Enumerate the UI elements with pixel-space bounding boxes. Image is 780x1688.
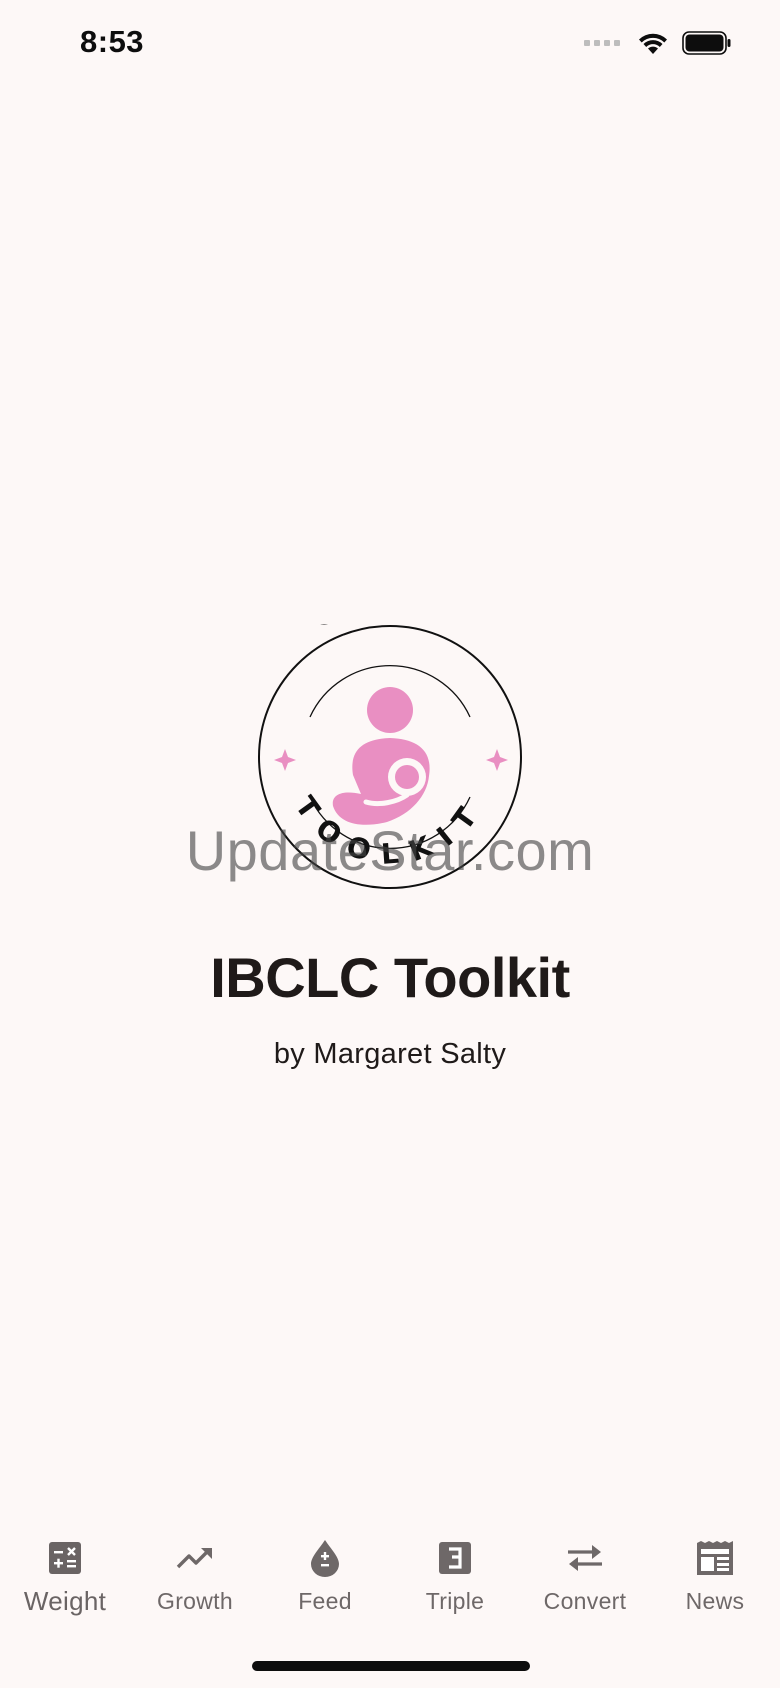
status-bar: 8:53	[0, 0, 780, 92]
tab-growth[interactable]: Growth	[130, 1520, 260, 1640]
app-logo: IBCLC TOOLKIT	[257, 624, 522, 889]
cellular-signal-icon	[584, 40, 620, 46]
tab-label: Growth	[157, 1588, 233, 1614]
logo-top-text: IBCLC	[257, 624, 351, 632]
battery-icon	[682, 31, 731, 55]
sparkle-left-icon	[274, 749, 296, 771]
sparkle-right-icon	[486, 749, 508, 771]
tab-label: News	[685, 1588, 745, 1614]
tab-convert[interactable]: Convert	[520, 1520, 650, 1640]
tab-triple[interactable]: Triple	[390, 1520, 520, 1640]
home-indicator[interactable]	[252, 1661, 530, 1671]
trending-up-icon	[175, 1538, 215, 1578]
wifi-icon	[639, 33, 667, 54]
tab-label: Triple	[425, 1588, 485, 1614]
drop-plus-minus-icon	[305, 1538, 345, 1578]
tab-label: Convert	[543, 1588, 627, 1614]
tab-label: Weight	[23, 1586, 107, 1616]
status-time: 8:53	[80, 24, 145, 59]
newspaper-icon	[695, 1538, 735, 1578]
tab-label: Feed	[298, 1588, 352, 1614]
calculator-icon	[45, 1538, 85, 1578]
tab-news[interactable]: News	[650, 1520, 780, 1640]
swap-arrows-icon	[565, 1538, 605, 1578]
bottom-tab-bar: Weight Growth Feed Triple Convert News	[0, 1520, 780, 1640]
app-subtitle: by Margaret Salty	[273, 1038, 507, 1070]
tab-feed[interactable]: Feed	[260, 1520, 390, 1640]
tab-weight[interactable]: Weight	[0, 1520, 130, 1640]
number-3-box-icon	[435, 1538, 475, 1578]
app-title: IBCLC Toolkit	[210, 946, 570, 1009]
status-icons	[584, 30, 732, 56]
